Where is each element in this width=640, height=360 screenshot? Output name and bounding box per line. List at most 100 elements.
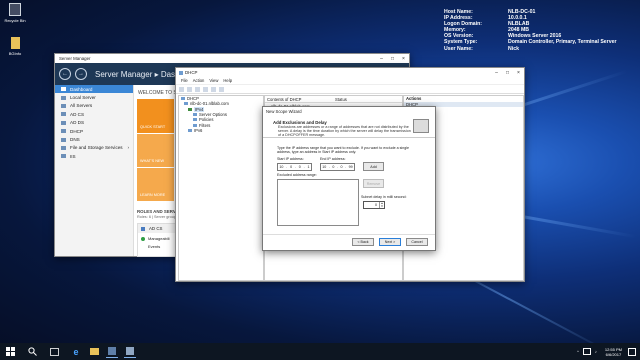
role-icon bbox=[61, 145, 66, 150]
volume-icon[interactable]: ♪ bbox=[595, 349, 597, 354]
chevron-up-icon[interactable]: ^ bbox=[577, 349, 579, 354]
task-view-icon bbox=[49, 347, 59, 356]
sidebar-item-local-server[interactable]: Local Server bbox=[55, 93, 133, 101]
column-header[interactable]: Contents of DHCP bbox=[265, 97, 335, 102]
sidebar-item-dashboard[interactable]: Dashboard bbox=[55, 85, 133, 94]
dhcp-tree: DHCP nlb-dc-01.nlblab.com IPv4 Server Op… bbox=[178, 95, 264, 281]
sidebar-item-ad-cs[interactable]: AD CS bbox=[55, 110, 133, 118]
filter-icon bbox=[193, 123, 197, 127]
task-view-button[interactable] bbox=[48, 346, 60, 358]
whats-new-tile[interactable]: WHAT'S NEW bbox=[137, 134, 174, 167]
properties-icon[interactable] bbox=[203, 86, 208, 92]
end-ip-label: End IP address: bbox=[320, 157, 346, 161]
sidebar-item-iis[interactable]: IIS bbox=[55, 152, 133, 160]
servers-icon bbox=[61, 103, 66, 108]
close-button[interactable]: × bbox=[398, 56, 409, 62]
taskbar-file-explorer[interactable] bbox=[88, 346, 100, 358]
sidebar-item-dns[interactable]: DNS bbox=[55, 135, 133, 143]
help-icon[interactable] bbox=[219, 86, 224, 92]
options-icon bbox=[193, 113, 197, 117]
sidebar-item-ad-ds[interactable]: AD DS bbox=[55, 119, 133, 127]
sidebar-item-dhcp[interactable]: DHCP bbox=[55, 127, 133, 135]
taskbar-dhcp[interactable] bbox=[124, 345, 136, 358]
taskbar-server-manager[interactable] bbox=[106, 345, 118, 358]
clock-date: 6/6/2017 bbox=[605, 351, 622, 357]
add-button[interactable]: Add bbox=[363, 162, 384, 171]
bginfo-row: User Name: Nick bbox=[444, 45, 519, 52]
tree-node-ipv6[interactable]: IPv6 bbox=[179, 128, 263, 133]
menu-action[interactable]: Action bbox=[193, 78, 205, 83]
bginfo-overlay: Host Name: NLB-DC-01 IP Address: 10.0.0.1 … bbox=[444, 9, 617, 52]
bginfo-label: BGInfo bbox=[8, 51, 22, 56]
dhcp-titlebar[interactable]: DHCP – □ × bbox=[176, 68, 524, 77]
role-icon bbox=[61, 137, 66, 142]
close-button[interactable]: × bbox=[513, 70, 524, 76]
learn-more-tile[interactable]: LEARN MORE bbox=[137, 168, 174, 201]
ipv6-icon bbox=[188, 128, 192, 132]
search-icon bbox=[27, 347, 37, 356]
excluded-range-label: Excluded address range: bbox=[277, 173, 317, 177]
new-scope-wizard-dialog[interactable]: New Scope Wizard Add Exclusions and Dela… bbox=[262, 106, 436, 251]
window-title: Server Manager bbox=[59, 56, 91, 61]
sidebar-item-all-servers[interactable]: All Servers bbox=[55, 102, 133, 110]
quick-start-tile[interactable]: QUICK START bbox=[137, 99, 174, 133]
recycle-bin-desktop-icon[interactable]: Recycle Bin bbox=[0, 3, 30, 23]
menu-file[interactable]: File bbox=[181, 78, 188, 83]
role-icon bbox=[61, 120, 66, 125]
start-button[interactable] bbox=[4, 346, 16, 358]
recycle-bin-icon bbox=[9, 3, 21, 16]
refresh-icon[interactable] bbox=[211, 86, 216, 92]
start-ip-label: Start IP address: bbox=[277, 157, 304, 161]
ipv4-icon bbox=[188, 107, 192, 111]
up-icon[interactable] bbox=[195, 86, 200, 92]
forward-icon[interactable] bbox=[187, 86, 192, 92]
minimize-button[interactable]: – bbox=[491, 70, 502, 76]
network-icon[interactable] bbox=[582, 348, 591, 355]
server-manager-icon bbox=[108, 347, 116, 355]
remove-button[interactable]: Remove bbox=[363, 179, 384, 188]
wizard-description: Exclusions are addresses or a range of a… bbox=[278, 125, 411, 138]
start-ip-input[interactable]: 10. 0. 0. 1 bbox=[277, 163, 312, 171]
menu-view[interactable]: View bbox=[209, 78, 218, 83]
back-icon[interactable] bbox=[179, 86, 184, 92]
internet-explorer-icon: e bbox=[73, 346, 79, 357]
search-button[interactable] bbox=[26, 346, 38, 358]
server-icon bbox=[184, 102, 188, 106]
end-ip-input[interactable]: 10. 0. 0. 99 bbox=[320, 163, 355, 171]
roles-subheading: Roles: 6 | Server group bbox=[137, 215, 176, 219]
column-header[interactable]: Status bbox=[335, 97, 347, 102]
back-button[interactable]: < Back bbox=[352, 238, 374, 246]
role-icon bbox=[61, 154, 66, 159]
menu-help[interactable]: Help bbox=[223, 78, 232, 83]
role-icon bbox=[61, 129, 66, 134]
dhcp-app-icon bbox=[126, 347, 134, 355]
wizard-computer-icon bbox=[413, 119, 429, 133]
minimize-button[interactable]: – bbox=[376, 56, 387, 62]
back-arrow-icon[interactable]: ← bbox=[59, 68, 71, 80]
excluded-range-list[interactable] bbox=[277, 179, 359, 226]
cancel-button[interactable]: Cancel bbox=[406, 238, 428, 246]
sidebar-item-file-storage[interactable]: File and Storage Services › bbox=[55, 144, 133, 152]
server-manager-sidebar: Dashboard Local Server All Servers AD CS… bbox=[55, 85, 134, 256]
spinner-arrows-icon[interactable]: ▴ ▾ bbox=[379, 202, 384, 208]
status-ok-icon bbox=[141, 236, 145, 241]
subnet-delay-spinner[interactable]: 0 ▴ ▾ bbox=[363, 201, 385, 209]
notifications-icon[interactable] bbox=[628, 347, 636, 356]
dhcp-node-icon bbox=[181, 97, 185, 101]
wizard-titlebar[interactable]: New Scope Wizard bbox=[263, 107, 435, 115]
window-title: DHCP bbox=[185, 70, 198, 75]
next-button[interactable]: Next > bbox=[379, 238, 401, 246]
maximize-button[interactable]: □ bbox=[502, 70, 513, 76]
bginfo-desktop-icon[interactable]: BGInfo bbox=[0, 37, 30, 56]
header-title: Server Manager ▸ Dash bbox=[95, 69, 180, 79]
windows-logo-icon bbox=[5, 347, 15, 356]
wizard-title: New Scope Wizard bbox=[266, 108, 302, 114]
taskbar-ie[interactable]: e bbox=[70, 346, 82, 358]
system-tray: ^ ♪ 12:55 PM 6/6/2017 bbox=[577, 343, 636, 360]
clock[interactable]: 12:55 PM 6/6/2017 bbox=[605, 347, 622, 357]
maximize-button[interactable]: □ bbox=[387, 56, 398, 62]
taskbar: e ^ ♪ 12:55 PM 6/6/2017 bbox=[0, 343, 640, 360]
server-manager-titlebar[interactable]: Server Manager – □ × bbox=[55, 54, 409, 63]
policies-icon bbox=[193, 118, 197, 122]
forward-arrow-icon[interactable]: → bbox=[75, 68, 87, 80]
